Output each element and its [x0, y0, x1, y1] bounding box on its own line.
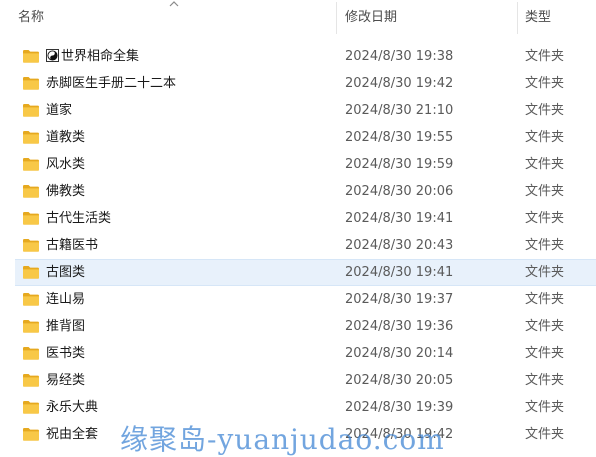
- file-modified-date: 2024/8/30 19:36: [345, 319, 454, 334]
- file-type: 文件夹: [525, 292, 565, 307]
- file-modified-date: 2024/8/30 19:42: [345, 76, 454, 91]
- file-name: 道教类: [46, 124, 334, 151]
- file-name-text: 佛教类: [46, 184, 86, 199]
- file-row[interactable]: 古图类 2024/8/30 19:41 文件夹: [0, 259, 596, 286]
- file-type: 文件夹: [525, 319, 565, 334]
- folder-icon: [23, 50, 39, 63]
- file-row[interactable]: 佛教类 2024/8/30 20:06 文件夹: [0, 178, 596, 205]
- file-name-text: 永乐大典: [46, 400, 99, 415]
- file-type: 文件夹: [525, 103, 565, 118]
- file-type: 文件夹: [525, 265, 565, 280]
- column-header-bar: 名称 修改日期 类型: [0, 0, 596, 36]
- folder-icon: [23, 374, 39, 387]
- column-header-name[interactable]: 名称: [18, 0, 334, 36]
- folder-icon: [23, 131, 39, 144]
- folder-icon: [23, 428, 39, 441]
- file-name-text: 古图类: [46, 265, 86, 280]
- column-divider[interactable]: [336, 2, 337, 34]
- file-list: 世界相命全集 2024/8/30 19:38 文件夹 赤脚医生手册二十二本 20…: [0, 43, 596, 448]
- column-header-type[interactable]: 类型: [525, 0, 596, 36]
- file-name-text: 医书类: [46, 346, 86, 361]
- file-name: 赤脚医生手册二十二本: [46, 70, 334, 97]
- file-name-text: 风水类: [46, 157, 86, 172]
- file-type: 文件夹: [525, 49, 565, 64]
- file-name-text: 易经类: [46, 373, 86, 388]
- file-type: 文件夹: [525, 157, 565, 172]
- file-type: 文件夹: [525, 400, 565, 415]
- file-modified-date: 2024/8/30 19:37: [345, 292, 454, 307]
- folder-icon: [23, 266, 39, 279]
- file-type: 文件夹: [525, 130, 565, 145]
- column-header-date[interactable]: 修改日期: [345, 0, 515, 36]
- file-name: 医书类: [46, 340, 334, 367]
- file-modified-date: 2024/8/30 20:43: [345, 238, 454, 253]
- folder-icon: [23, 104, 39, 117]
- folder-icon: [23, 320, 39, 333]
- file-row[interactable]: 风水类 2024/8/30 19:59 文件夹: [0, 151, 596, 178]
- file-type: 文件夹: [525, 346, 565, 361]
- file-name: 连山易: [46, 286, 334, 313]
- file-modified-date: 2024/8/30 20:14: [345, 346, 454, 361]
- file-modified-date: 2024/8/30 20:05: [345, 373, 454, 388]
- file-name: 古代生活类: [46, 205, 334, 232]
- folder-icon: [23, 401, 39, 414]
- file-name: 易经类: [46, 367, 334, 394]
- file-name-text: 道家: [46, 103, 73, 118]
- file-name-text: 连山易: [46, 292, 86, 307]
- file-name: 古籍医书: [46, 232, 334, 259]
- file-explorer: 名称 修改日期 类型 世界相命全集 2024/8/30 19:38 文件夹 赤脚…: [0, 0, 596, 457]
- file-name-text: 古代生活类: [46, 211, 112, 226]
- file-name-text: 祝由全套: [46, 427, 99, 442]
- file-modified-date: 2024/8/30 19:59: [345, 157, 454, 172]
- file-type: 文件夹: [525, 373, 565, 388]
- file-name: 永乐大典: [46, 394, 334, 421]
- file-row[interactable]: 世界相命全集 2024/8/30 19:38 文件夹: [0, 43, 596, 70]
- file-row[interactable]: 永乐大典 2024/8/30 19:39 文件夹: [0, 394, 596, 421]
- file-name: 推背图: [46, 313, 334, 340]
- file-row[interactable]: 古代生活类 2024/8/30 19:41 文件夹: [0, 205, 596, 232]
- file-modified-date: 2024/8/30 20:06: [345, 184, 454, 199]
- file-row[interactable]: 古籍医书 2024/8/30 20:43 文件夹: [0, 232, 596, 259]
- file-name-text: 推背图: [46, 319, 86, 334]
- file-name-text: 赤脚医生手册二十二本: [46, 76, 177, 91]
- file-modified-date: 2024/8/30 19:39: [345, 400, 454, 415]
- folder-icon: [23, 158, 39, 171]
- file-row[interactable]: 道家 2024/8/30 21:10 文件夹: [0, 97, 596, 124]
- file-name-text: 古籍医书: [46, 238, 99, 253]
- file-row[interactable]: 道教类 2024/8/30 19:55 文件夹: [0, 124, 596, 151]
- folder-icon: [23, 212, 39, 225]
- file-type: 文件夹: [525, 184, 565, 199]
- yin-yang-icon: [46, 49, 59, 62]
- file-row[interactable]: 连山易 2024/8/30 19:37 文件夹: [0, 286, 596, 313]
- file-modified-date: 2024/8/30 19:38: [345, 49, 454, 64]
- file-modified-date: 2024/8/30 19:42: [345, 427, 454, 442]
- file-name: 道家: [46, 97, 334, 124]
- file-modified-date: 2024/8/30 21:10: [345, 103, 454, 118]
- folder-icon: [23, 293, 39, 306]
- file-name: 古图类: [46, 259, 334, 286]
- file-name-text: 道教类: [46, 130, 86, 145]
- file-modified-date: 2024/8/30 19:41: [345, 211, 454, 226]
- file-row[interactable]: 赤脚医生手册二十二本 2024/8/30 19:42 文件夹: [0, 70, 596, 97]
- folder-icon: [23, 347, 39, 360]
- folder-icon: [23, 77, 39, 90]
- file-row[interactable]: 医书类 2024/8/30 20:14 文件夹: [0, 340, 596, 367]
- file-name-text: 世界相命全集: [61, 49, 140, 64]
- file-row[interactable]: 推背图 2024/8/30 19:36 文件夹: [0, 313, 596, 340]
- file-type: 文件夹: [525, 427, 565, 442]
- file-type: 文件夹: [525, 211, 565, 226]
- column-divider[interactable]: [517, 2, 518, 34]
- file-name: 风水类: [46, 151, 334, 178]
- file-name: 祝由全套: [46, 421, 334, 448]
- folder-icon: [23, 185, 39, 198]
- file-modified-date: 2024/8/30 19:55: [345, 130, 454, 145]
- file-row[interactable]: 易经类 2024/8/30 20:05 文件夹: [0, 367, 596, 394]
- file-row[interactable]: 祝由全套 2024/8/30 19:42 文件夹: [0, 421, 596, 448]
- file-modified-date: 2024/8/30 19:41: [345, 265, 454, 280]
- file-type: 文件夹: [525, 238, 565, 253]
- file-type: 文件夹: [525, 76, 565, 91]
- folder-icon: [23, 239, 39, 252]
- file-name: 佛教类: [46, 178, 334, 205]
- file-name: 世界相命全集: [46, 43, 334, 70]
